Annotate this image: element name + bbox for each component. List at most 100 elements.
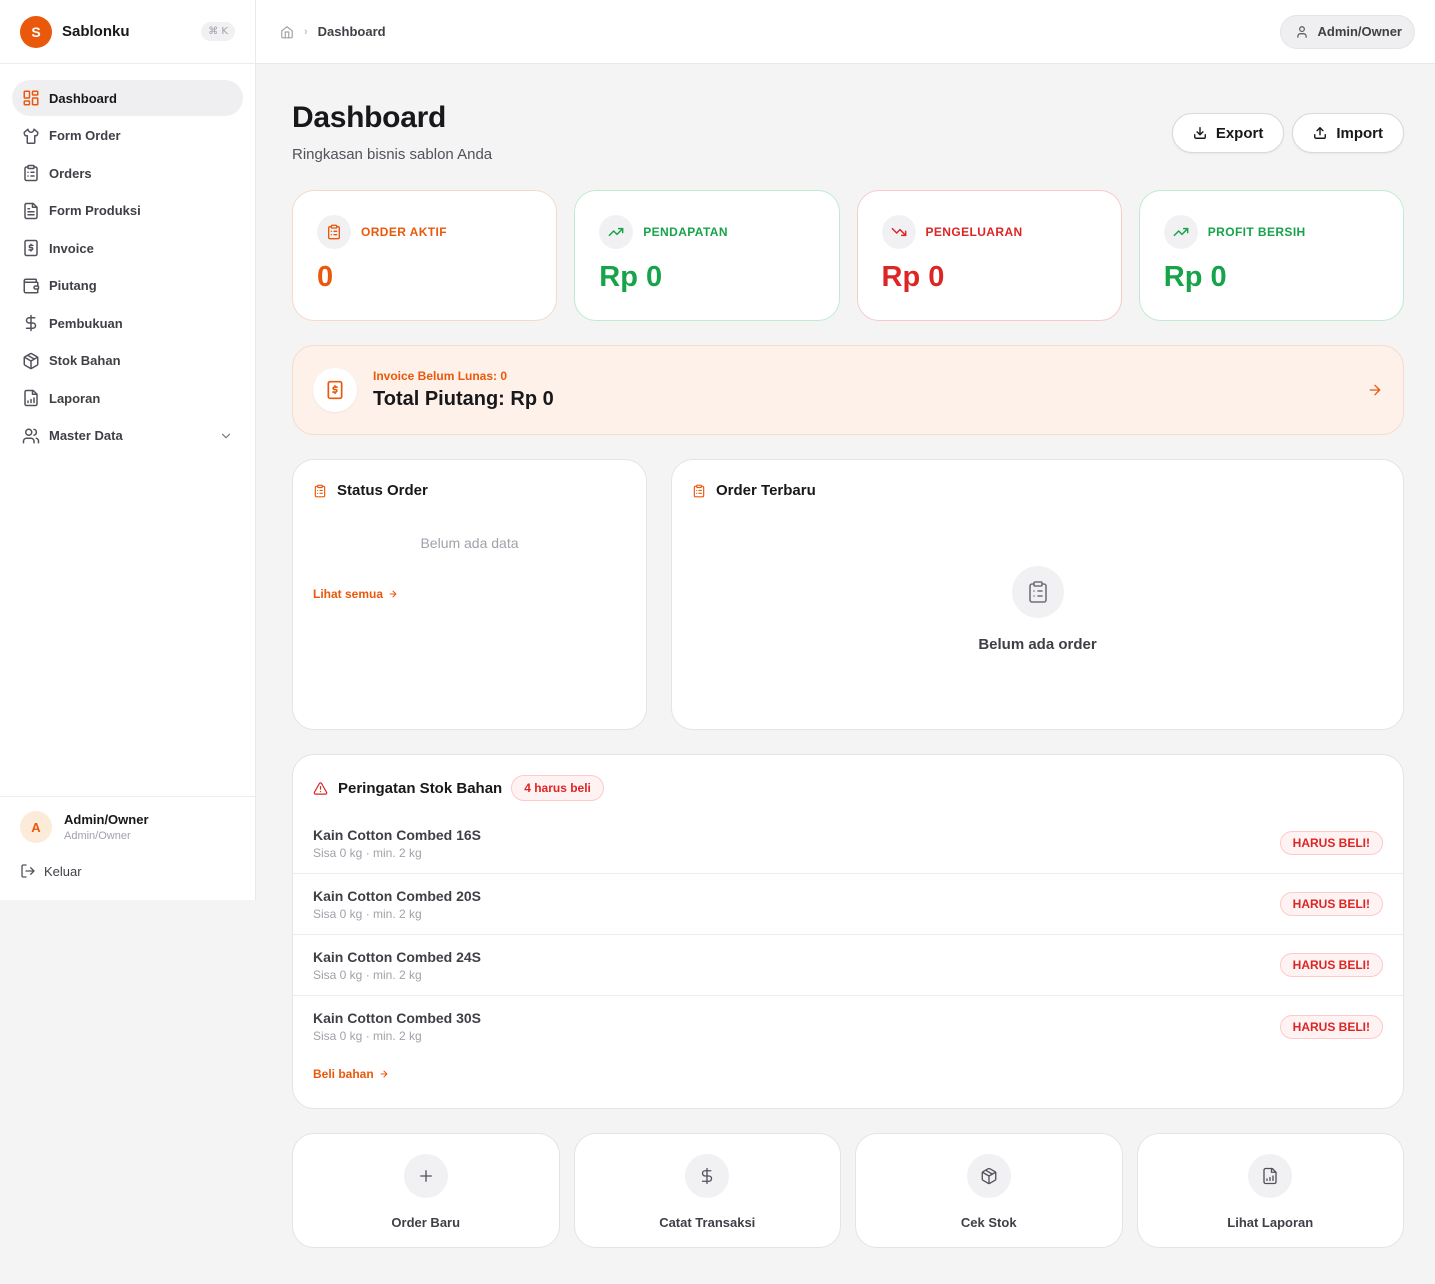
arrow-right-icon: [380, 1070, 388, 1078]
status-badge: HARUS BELI!: [1279, 953, 1383, 977]
piutang-icon-wrap: [313, 368, 357, 412]
stat-label: PENGELUARAN: [925, 225, 1023, 239]
receipt-icon: [24, 239, 38, 257]
lihat-semua-link[interactable]: Lihat semua: [313, 587, 626, 601]
stat-card-pengeluaran[interactable]: PENGELUARAN Rp 0: [856, 190, 1122, 321]
quick-action-label: Order Baru: [391, 1215, 461, 1230]
link-label: Lihat semua: [313, 587, 384, 601]
stat-label: PROFIT BERSIH: [1207, 225, 1306, 239]
quick-action-icon-wrap: [1248, 1154, 1293, 1198]
log-out-icon: [21, 864, 35, 878]
clipboard-list-icon: [1028, 581, 1047, 603]
user-name: Admin/Owner: [64, 812, 149, 827]
sidebar-item-pembukuan[interactable]: Pembukuan: [12, 305, 243, 341]
stock-item-name: Kain Cotton Combed 16S: [313, 826, 482, 843]
page-subtitle: Ringkasan bisnis sablon Anda: [292, 146, 493, 163]
sidebar-item-label: Piutang: [49, 278, 97, 293]
sidebar-nav: Dashboard Form Order Orders Form Produks…: [0, 64, 255, 454]
sidebar-footer: A Admin/Owner Admin/Owner Keluar: [0, 796, 255, 879]
sidebar-item-dashboard[interactable]: Dashboard: [12, 80, 243, 116]
clipboard-list-icon: [24, 164, 38, 182]
sidebar-item-label: Master Data: [49, 428, 123, 443]
status-badge: HARUS BELI!: [1279, 1014, 1383, 1039]
user-info: Admin/Owner Admin/Owner: [64, 812, 149, 842]
sidebar-item-label: Form Produksi: [49, 203, 141, 218]
topbar: › Dashboard Admin/Owner: [256, 0, 1435, 64]
list-item[interactable]: Kain Cotton Combed 20S Sisa 0 kg · min. …: [293, 874, 1403, 935]
quick-action-order-baru[interactable]: Order Baru: [292, 1133, 560, 1248]
trending-up-icon: [1173, 227, 1189, 237]
sidebar-user[interactable]: A Admin/Owner Admin/Owner: [20, 811, 235, 843]
brand-logo[interactable]: S: [20, 15, 52, 48]
stock-list: Kain Cotton Combed 16S Sisa 0 kg · min. …: [293, 813, 1403, 1057]
import-button[interactable]: Import: [1292, 113, 1404, 153]
receipt-icon: [327, 380, 343, 400]
arrow-right-icon[interactable]: [1367, 382, 1383, 398]
list-item[interactable]: Kain Cotton Combed 24S Sisa 0 kg · min. …: [293, 935, 1403, 996]
account-button[interactable]: Admin/Owner: [1280, 14, 1415, 49]
command-palette-shortcut[interactable]: ⌘ K: [201, 22, 235, 41]
dollar-sign-icon: [25, 314, 37, 332]
piutang-total: Total Piutang: Rp 0: [373, 388, 554, 410]
sidebar-item-orders[interactable]: Orders: [12, 155, 243, 191]
quick-action-catat-transaksi[interactable]: Catat Transaksi: [573, 1133, 841, 1248]
sidebar-item-label: Laporan: [49, 390, 101, 406]
piutang-subtitle: Invoice Belum Lunas: 0: [373, 369, 508, 383]
stat-card-pendapatan[interactable]: PENDAPATAN Rp 0: [574, 190, 840, 321]
import-label: Import: [1336, 124, 1383, 142]
logout-button[interactable]: Keluar: [20, 863, 235, 879]
brand-name[interactable]: Sablonku: [62, 23, 130, 40]
stat-label: PENDAPATAN: [643, 225, 728, 239]
stock-warning-card: Peringatan Stok Bahan 4 harus beli Kain …: [292, 754, 1404, 1109]
breadcrumb: › Dashboard: [280, 24, 386, 39]
sidebar-item-form-produksi[interactable]: Form Produksi: [12, 193, 243, 229]
upload-icon: [1314, 127, 1327, 139]
sidebar-item-invoice[interactable]: Invoice: [12, 230, 243, 266]
quick-action-lihat-laporan[interactable]: Lihat Laporan: [1136, 1133, 1404, 1248]
sidebar-item-label: Stok Bahan: [49, 353, 121, 368]
stat-cards: ORDER AKTIF 0 PENDAPATAN Rp 0 PENGELUARA…: [292, 190, 1404, 321]
sidebar: S Sablonku ⌘ K Dashboard Form Order Orde…: [0, 0, 256, 900]
sidebar-item-stok-bahan[interactable]: Stok Bahan: [12, 343, 243, 379]
stat-card-order-aktif[interactable]: ORDER AKTIF 0: [292, 190, 558, 321]
sidebar-item-piutang[interactable]: Piutang: [12, 268, 243, 304]
stat-card-profit-bersih[interactable]: PROFIT BERSIH Rp 0: [1138, 190, 1404, 321]
export-button[interactable]: Export: [1171, 113, 1285, 153]
piutang-text: Invoice Belum Lunas: 0 Total Piutang: Rp…: [373, 369, 554, 411]
order-terbaru-card: Order Terbaru Belum ada order: [671, 459, 1404, 730]
stock-item-text: Kain Cotton Combed 24S Sisa 0 kg · min. …: [313, 949, 481, 982]
list-item[interactable]: Kain Cotton Combed 16S Sisa 0 kg · min. …: [293, 813, 1403, 874]
alert-triangle-icon: [313, 781, 328, 795]
stat-header: ORDER AKTIF: [317, 215, 532, 249]
card-title-text: Order Terbaru: [716, 482, 816, 499]
stock-item-name: Kain Cotton Combed 20S: [313, 887, 482, 904]
beli-bahan-link[interactable]: Beli bahan: [313, 1067, 1383, 1081]
sidebar-item-laporan[interactable]: Laporan: [12, 380, 243, 416]
dollar-sign-icon: [702, 1167, 713, 1185]
sidebar-item-label: Form Order: [49, 128, 121, 143]
list-item[interactable]: Kain Cotton Combed 30S Sisa 0 kg · min. …: [293, 996, 1403, 1057]
stat-value: Rp 0: [881, 261, 945, 293]
status-badge: HARUS BELI!: [1279, 831, 1383, 855]
quick-action-icon-wrap: [966, 1154, 1011, 1198]
empty-state-text: Belum ada order: [978, 636, 1097, 653]
stock-item-meta: Sisa 0 kg · min. 2 kg: [313, 1029, 422, 1043]
empty-icon-wrap: [1011, 566, 1064, 618]
stock-item-text: Kain Cotton Combed 20S Sisa 0 kg · min. …: [313, 888, 481, 921]
status-order-card: Status Order Belum ada data Lihat semua: [292, 459, 647, 730]
stat-value: Rp 0: [1163, 261, 1227, 293]
stock-item-name: Kain Cotton Combed 24S: [313, 948, 482, 965]
sidebar-item-form-order[interactable]: Form Order: [12, 118, 243, 154]
chevron-down-icon[interactable]: [219, 429, 233, 443]
sidebar-item-master-data[interactable]: Master Data: [12, 418, 243, 454]
avatar: A: [20, 811, 52, 843]
quick-action-label: Catat Transaksi: [659, 1215, 756, 1230]
home-icon[interactable]: [280, 25, 294, 39]
card-title: Status Order: [313, 482, 626, 499]
quick-action-icon-wrap: [685, 1154, 730, 1198]
wallet-icon: [23, 278, 40, 293]
empty-state: Belum ada order: [672, 566, 1403, 653]
stat-value: 0: [317, 261, 334, 293]
piutang-banner[interactable]: Invoice Belum Lunas: 0 Total Piutang: Rp…: [292, 345, 1404, 435]
quick-action-cek-stok[interactable]: Cek Stok: [855, 1133, 1123, 1248]
